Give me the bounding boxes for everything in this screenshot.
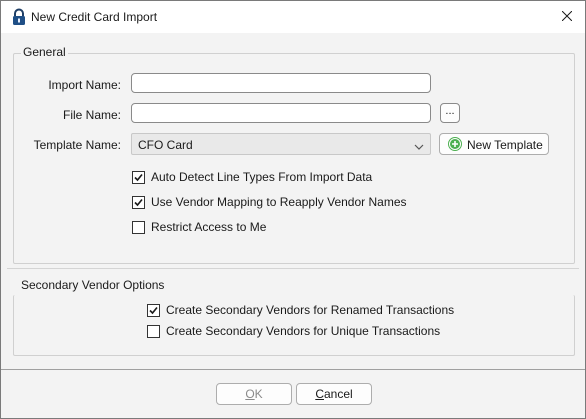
checkbox-box xyxy=(132,170,145,184)
checkbox-box xyxy=(132,220,145,234)
close-button[interactable] xyxy=(549,1,585,33)
file-name-label: File Name: xyxy=(62,108,121,122)
restrict-access-label: Restrict Access to Me xyxy=(151,220,267,234)
checkbox-box xyxy=(147,303,160,317)
dialog-window: New Credit Card Import General Import Na… xyxy=(0,0,586,419)
secondary-vendor-group-title: Secondary Vendor Options xyxy=(21,278,165,292)
vendor-mapping-checkbox[interactable]: Use Vendor Mapping to Reapply Vendor Nam… xyxy=(132,194,407,210)
new-template-label: New Template xyxy=(467,138,543,152)
chevron-down-icon xyxy=(414,140,424,150)
restrict-access-checkbox[interactable]: Restrict Access to Me xyxy=(132,219,266,235)
checkbox-box xyxy=(147,324,160,338)
import-name-label: Import Name: xyxy=(48,78,121,92)
unique-transactions-label: Create Secondary Vendors for Unique Tran… xyxy=(166,324,441,338)
template-name-dropdown[interactable]: CFO Card xyxy=(131,133,431,155)
auto-detect-label: Auto Detect Line Types From Import Data xyxy=(151,170,373,184)
lock-icon xyxy=(11,8,27,26)
file-name-input[interactable] xyxy=(131,103,431,123)
cancel-label-rest: ancel xyxy=(323,387,353,401)
template-name-selected: CFO Card xyxy=(138,138,193,152)
ok-button[interactable]: OK xyxy=(216,383,292,405)
new-template-button[interactable]: New Template xyxy=(439,133,549,155)
dialog-body: General Import Name: File Name: ... Temp… xyxy=(1,33,585,418)
renamed-transactions-checkbox[interactable]: Create Secondary Vendors for Renamed Tra… xyxy=(147,302,454,318)
import-name-input[interactable] xyxy=(131,73,431,93)
window-title: New Credit Card Import xyxy=(31,10,158,24)
auto-detect-checkbox[interactable]: Auto Detect Line Types From Import Data xyxy=(132,169,372,185)
browse-button[interactable]: ... xyxy=(440,103,460,123)
title-bar: New Credit Card Import xyxy=(1,1,585,33)
add-circle-icon xyxy=(448,137,462,154)
footer-divider xyxy=(1,369,585,370)
vendor-mapping-label: Use Vendor Mapping to Reapply Vendor Nam… xyxy=(151,195,407,209)
ok-mnemonic: O xyxy=(245,387,255,401)
section-divider xyxy=(7,268,579,269)
general-group-title: General xyxy=(21,45,68,59)
renamed-transactions-label: Create Secondary Vendors for Renamed Tra… xyxy=(166,303,455,317)
cancel-button[interactable]: Cancel xyxy=(296,383,372,405)
template-name-label: Template Name: xyxy=(33,138,121,152)
checkbox-box xyxy=(132,195,145,209)
ok-label-rest: K xyxy=(254,387,263,401)
cancel-mnemonic: C xyxy=(315,387,324,401)
close-icon xyxy=(561,10,573,24)
unique-transactions-checkbox[interactable]: Create Secondary Vendors for Unique Tran… xyxy=(147,323,440,339)
